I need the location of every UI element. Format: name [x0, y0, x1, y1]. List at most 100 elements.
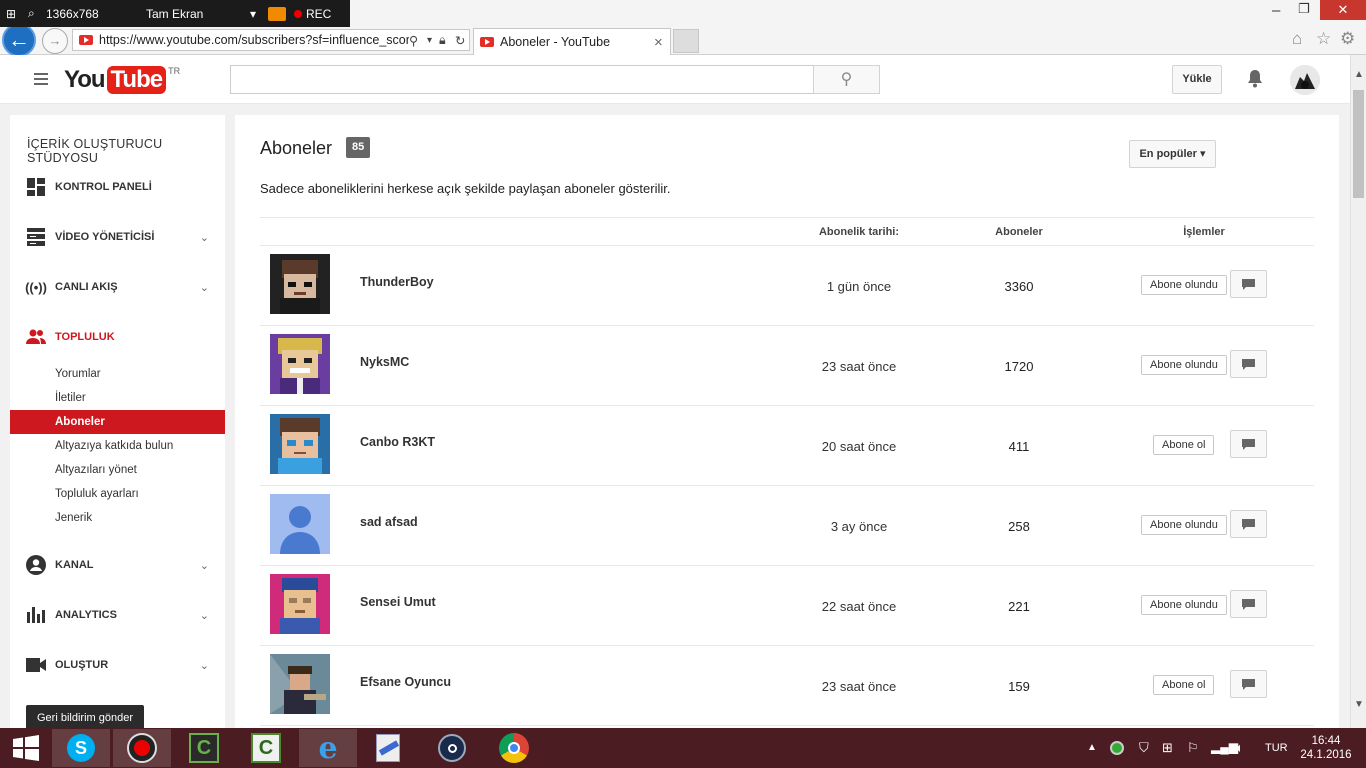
subscribed-button[interactable]: Abone olundu: [1141, 595, 1227, 615]
taskbar-steam[interactable]: [423, 729, 481, 767]
nav-label: TOPLULUK: [55, 331, 115, 343]
refresh-icon[interactable]: ↻: [455, 33, 469, 48]
new-tab-button[interactable]: [673, 29, 699, 53]
tab-close-icon[interactable]: ×: [654, 34, 670, 51]
taskbar-clock[interactable]: 16:44 24.1.2016: [1300, 734, 1352, 762]
subscriber-name[interactable]: ThunderBoy: [360, 275, 434, 289]
subscriber-avatar[interactable]: [270, 654, 330, 714]
scroll-down-icon[interactable]: ▼: [1354, 699, 1364, 710]
taskbar-camtasia[interactable]: C: [175, 729, 233, 767]
scroll-up-icon[interactable]: ▲: [1354, 69, 1364, 80]
subscription-date: 22 saat önce: [821, 599, 897, 614]
forward-button[interactable]: →: [42, 28, 68, 54]
restore-icon[interactable]: ❐: [1298, 1, 1310, 17]
start-button[interactable]: [0, 729, 52, 767]
settings-gear-icon[interactable]: ⚙: [1340, 29, 1355, 49]
scrollbar-thumb[interactable]: [1353, 90, 1364, 198]
subscribed-button[interactable]: Abone olundu: [1141, 355, 1227, 375]
home-icon[interactable]: ⌂: [1292, 29, 1302, 49]
rec-label[interactable]: REC: [306, 7, 331, 21]
youtube-logo[interactable]: You Tube TR: [64, 66, 180, 94]
nav-live-stream[interactable]: ((•)) CANLI AKIŞ ⌄: [10, 272, 225, 302]
message-button[interactable]: [1230, 590, 1267, 618]
subscriber-name[interactable]: Canbo R3KT: [360, 435, 435, 449]
address-bar[interactable]: https://www.youtube.com/subscribers?sf=i…: [72, 29, 470, 51]
sidebar-item-contribute-subtitles[interactable]: Altyazıya katkıda bulun: [10, 434, 225, 458]
sidebar-item-community-settings[interactable]: Topluluk ayarları: [10, 482, 225, 506]
subscriber-avatar[interactable]: [270, 334, 330, 394]
page-scrollbar[interactable]: ▲ ▼: [1350, 55, 1366, 728]
subscriber-avatar[interactable]: [270, 494, 330, 554]
tray-security-icon[interactable]: ⛉: [1139, 740, 1149, 756]
search-input[interactable]: [230, 65, 814, 94]
notification-bell-icon[interactable]: [1246, 69, 1264, 94]
search-icon[interactable]: ⚲: [409, 33, 427, 48]
dropdown-icon[interactable]: ▾: [427, 35, 439, 46]
chevron-down-icon[interactable]: ⌄: [200, 609, 209, 622]
nav-analytics[interactable]: ANALYTICS ⌄: [10, 600, 225, 630]
nav-dashboard[interactable]: KONTROL PANELİ: [10, 172, 225, 202]
subscribed-button[interactable]: Abone olundu: [1141, 515, 1227, 535]
address-url[interactable]: https://www.youtube.com/subscribers?sf=i…: [99, 33, 409, 47]
message-button[interactable]: [1230, 270, 1267, 298]
sidebar-item-comments[interactable]: Yorumlar: [10, 362, 225, 386]
back-button[interactable]: ←: [2, 23, 36, 57]
zoom-icon[interactable]: ⌕: [28, 6, 42, 21]
mode-dropdown-icon[interactable]: ▾: [250, 7, 268, 21]
subscriber-name[interactable]: Sensei Umut: [360, 595, 436, 609]
upload-button[interactable]: Yükle: [1172, 65, 1222, 94]
subscribe-button[interactable]: Abone ol: [1153, 435, 1215, 455]
chevron-down-icon[interactable]: ⌄: [200, 659, 209, 672]
nav-community[interactable]: TOPLULUK: [10, 322, 225, 352]
tray-language[interactable]: TUR: [1265, 742, 1288, 754]
taskbar-skype[interactable]: S: [52, 729, 110, 767]
subscriber-name[interactable]: NyksMC: [360, 355, 409, 369]
tray-windows-icon[interactable]: ⊞: [1162, 740, 1173, 756]
recorder-menu-icon[interactable]: ⊞: [6, 7, 20, 21]
sidebar-item-manage-subtitles[interactable]: Altyazıları yönet: [10, 458, 225, 482]
subscribe-button[interactable]: Abone ol: [1153, 675, 1215, 695]
chevron-down-icon[interactable]: ⌄: [200, 231, 209, 244]
close-window-button[interactable]: ✕: [1320, 0, 1366, 20]
taskbar-editor[interactable]: [359, 729, 417, 767]
tray-volume-icon[interactable]: 🔈︎: [1236, 740, 1244, 756]
subscriber-avatar[interactable]: [270, 414, 330, 474]
taskbar-recorder[interactable]: [113, 729, 171, 767]
sidebar-item-subscribers[interactable]: Aboneler: [10, 410, 225, 434]
tray-network-icon[interactable]: ⚐: [1187, 740, 1199, 756]
table-row: Efsane Oyuncu 23 saat önce 159 Abone ol: [260, 646, 1314, 726]
studio-title[interactable]: İÇERİK OLUŞTURUCU STÜDYOSU: [27, 137, 225, 165]
subscribed-button[interactable]: Abone olundu: [1141, 275, 1227, 295]
subscriber-name[interactable]: Efsane Oyuncu: [360, 675, 451, 689]
message-button[interactable]: [1230, 510, 1267, 538]
minimize-icon[interactable]: –: [1272, 2, 1280, 19]
chevron-down-icon[interactable]: ⌄: [200, 281, 209, 294]
sidebar-item-credits[interactable]: Jenerik: [10, 506, 225, 530]
live-stream-icon: ((•)): [25, 279, 47, 295]
subscriber-avatar[interactable]: [270, 574, 330, 634]
message-button[interactable]: [1230, 350, 1267, 378]
tray-nvidia-icon[interactable]: [1110, 741, 1124, 755]
chevron-down-icon[interactable]: ⌄: [200, 559, 209, 572]
message-button[interactable]: [1230, 670, 1267, 698]
subscriber-avatar[interactable]: [270, 254, 330, 314]
browser-tab[interactable]: Aboneler - YouTube ×: [473, 28, 671, 55]
taskbar-camtasia-2[interactable]: C: [237, 729, 295, 767]
tray-show-hidden-icon[interactable]: ▲: [1087, 742, 1097, 753]
tray-signal-icon[interactable]: ▂▄▆: [1211, 740, 1238, 754]
nav-channel[interactable]: KANAL ⌄: [10, 550, 225, 580]
taskbar-chrome[interactable]: [485, 729, 543, 767]
message-button[interactable]: [1230, 430, 1267, 458]
search-button[interactable]: ⚲: [813, 65, 880, 94]
recorder-mode[interactable]: Tam Ekran: [146, 7, 250, 21]
menu-icon[interactable]: [34, 73, 48, 88]
subscriber-name[interactable]: sad afsad: [360, 515, 418, 529]
camera-icon[interactable]: [268, 6, 286, 21]
sidebar-item-messages[interactable]: İletiler: [10, 386, 225, 410]
account-avatar[interactable]: [1290, 65, 1320, 95]
favorites-icon[interactable]: ☆: [1316, 29, 1331, 49]
taskbar-internet-explorer[interactable]: e: [299, 729, 357, 767]
sort-dropdown[interactable]: En popüler ▾: [1129, 140, 1216, 168]
nav-video-manager[interactable]: VİDEO YÖNETİCİSİ ⌄: [10, 222, 225, 252]
nav-create[interactable]: OLUŞTUR ⌄: [10, 650, 225, 680]
